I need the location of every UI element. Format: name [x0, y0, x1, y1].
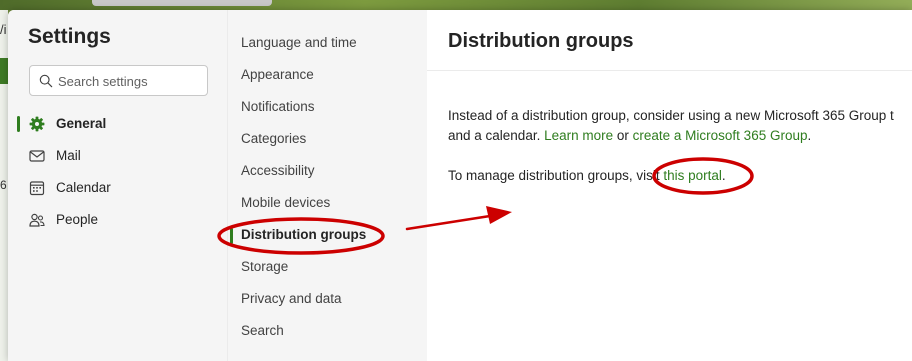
settings-sidebar: Settings Search settings General Mail Ca…	[8, 10, 227, 361]
subnav-item-distribution-groups[interactable]: Distribution groups	[228, 220, 428, 250]
search-icon	[39, 74, 53, 88]
divider	[427, 70, 912, 71]
subnav-item-label: Mobile devices	[241, 195, 331, 210]
settings-title: Settings	[28, 25, 111, 48]
sidebar-item-label: Mail	[56, 148, 81, 163]
background-left-number: 6	[0, 178, 7, 192]
subnav-item-search[interactable]: Search	[228, 316, 428, 346]
manage-text: To manage distribution groups, visit	[448, 168, 664, 183]
subnav-item-appearance[interactable]: Appearance	[228, 60, 428, 90]
intro-line-2: and a calendar. Learn more or create a M…	[448, 126, 811, 146]
subnav-item-label: Privacy and data	[241, 291, 342, 306]
subnav-item-label: Accessibility	[241, 163, 315, 178]
sidebar-item-people[interactable]: People	[8, 205, 227, 235]
subnav-item-label: Storage	[241, 259, 289, 274]
search-box[interactable]	[29, 65, 208, 96]
subnav-item-label: Notifications	[241, 99, 315, 114]
intro-text: and a calendar.	[448, 128, 545, 143]
period-text: .	[807, 128, 812, 143]
active-indicator	[230, 228, 233, 244]
subnav-item-storage[interactable]: Storage	[228, 252, 428, 282]
general-subnav: Language and time Appearance Notificatio…	[227, 10, 427, 361]
sidebar-item-label: People	[56, 212, 99, 227]
subnav-item-accessibility[interactable]: Accessibility	[228, 156, 428, 186]
search-input[interactable]	[58, 72, 203, 90]
subnav-item-label: Appearance	[241, 67, 314, 82]
intro-line-1: Instead of a distribution group, conside…	[448, 108, 894, 123]
subnav-item-label: Search	[241, 323, 284, 338]
manage-line: To manage distribution groups, visit thi…	[448, 166, 726, 186]
subnav-item-categories[interactable]: Categories	[228, 124, 428, 154]
period-text: .	[721, 168, 726, 183]
subnav-item-label: Categories	[241, 131, 307, 146]
sidebar-item-general[interactable]: General	[8, 109, 227, 139]
learn-more-link[interactable]: Learn more	[544, 128, 613, 143]
people-icon	[29, 213, 45, 227]
sidebar-item-label: Calendar	[56, 180, 111, 195]
calendar-icon	[29, 181, 45, 196]
background-left-green-block	[0, 58, 8, 84]
portal-link[interactable]: this portal	[663, 168, 722, 183]
settings-dialog: Settings Search settings General Mail Ca…	[8, 10, 912, 361]
create-group-link[interactable]: create a Microsoft 365 Group	[633, 128, 808, 143]
or-text: or	[613, 128, 633, 143]
background-left-text: /i	[0, 22, 7, 37]
subnav-item-notifications[interactable]: Notifications	[228, 92, 428, 122]
subnav-item-label: Distribution groups	[241, 227, 367, 242]
sidebar-item-calendar[interactable]: Calendar	[8, 173, 227, 203]
subnav-item-mobile-devices[interactable]: Mobile devices	[228, 188, 428, 218]
mail-icon	[29, 150, 45, 162]
sidebar-item-label: General	[56, 116, 107, 131]
background-tab	[92, 0, 272, 6]
subnav-item-privacy-and-data[interactable]: Privacy and data	[228, 284, 428, 314]
subnav-item-language-and-time[interactable]: Language and time	[228, 28, 428, 58]
content-pane: Distribution groups Instead of a distrib…	[427, 10, 912, 361]
subnav-item-label: Language and time	[241, 35, 357, 50]
active-indicator	[17, 116, 20, 132]
page-title: Distribution groups	[448, 30, 634, 52]
sidebar-item-mail[interactable]: Mail	[8, 141, 227, 171]
gear-icon	[29, 116, 45, 132]
